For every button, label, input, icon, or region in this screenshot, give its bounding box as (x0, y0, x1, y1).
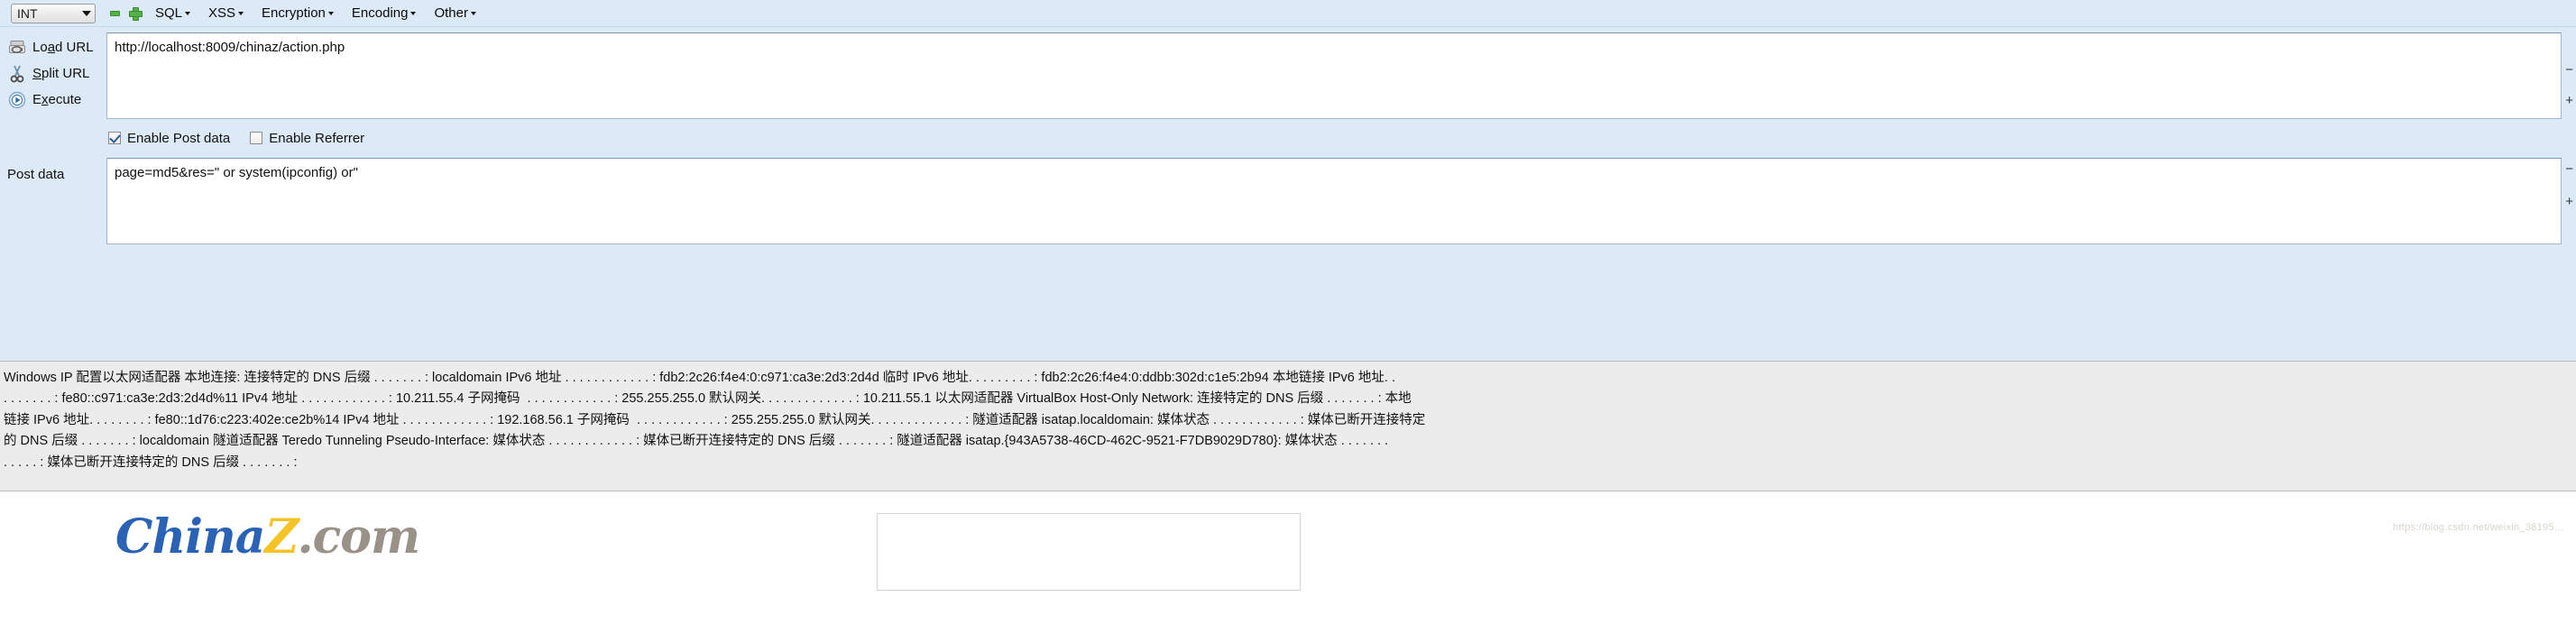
enable-post-data-checkbox[interactable]: Enable Post data (108, 131, 230, 146)
enable-post-data-label: Enable Post data (127, 130, 231, 146)
add-row-button[interactable] (124, 3, 144, 24)
edge-collapse-mark[interactable]: − (2565, 63, 2573, 77)
edge-expand-mark[interactable]: + (2565, 94, 2573, 107)
logo-part-3: .com (297, 509, 420, 564)
action-column: Load URL Split URL Execute (0, 27, 106, 113)
remove-row-button[interactable] (105, 3, 124, 24)
menu-xss-label: XSS (208, 5, 236, 21)
enable-referrer-checkbox[interactable]: Enable Referrer (250, 131, 364, 146)
output-line: . . . . . : 媒体已断开连接特定的 DNS 后缀 . . . . . … (4, 454, 298, 470)
checkbox-unchecked-icon (250, 132, 263, 144)
type-select[interactable]: INT (11, 3, 96, 23)
menu-encryption[interactable]: Encryption (254, 5, 341, 22)
menu-other[interactable]: Other (427, 5, 483, 22)
logo-part-2: Z (264, 509, 298, 564)
chinaz-logo: ChinaZ.com (115, 509, 420, 564)
split-url-button[interactable]: Split URL (0, 60, 106, 87)
chevron-down-icon (410, 12, 417, 16)
edge-expand-mark-2[interactable]: + (2565, 195, 2573, 208)
menu-encoding[interactable]: Encoding (345, 5, 424, 22)
menu-sql[interactable]: SQL (148, 5, 198, 22)
plus-icon (128, 7, 143, 21)
footer-content-box (877, 513, 1301, 591)
options-row: Enable Post data Enable Referrer (0, 125, 2576, 151)
chevron-down-icon (327, 12, 334, 16)
response-output[interactable]: Windows IP 配置以太网适配器 本地连接: 连接特定的 DNS 后缀 .… (0, 361, 2576, 491)
checkbox-checked-icon (108, 132, 121, 144)
execute-button[interactable]: Execute (0, 87, 106, 113)
page-footer: ChinaZ.com https://blog.csdn.net/weixin_… (0, 491, 2576, 591)
execute-label: Execute (32, 92, 82, 107)
play-icon (7, 90, 27, 110)
chevron-down-icon (470, 12, 476, 16)
output-line: Windows IP 配置以太网适配器 本地连接: 连接特定的 DNS 后缀 .… (4, 371, 1395, 385)
output-line: . . . . . . . : fe80::c971:ca3e:2d3:2d4d… (4, 391, 1412, 407)
menu-sql-label: SQL (155, 5, 183, 21)
scissors-icon (7, 64, 27, 84)
type-select-value: INT (17, 5, 38, 21)
output-line: 链接 IPv6 地址. . . . . . . . : fe80::1d76:c… (4, 412, 1426, 427)
edge-collapse-mark-2[interactable]: − (2565, 162, 2573, 176)
minus-icon (109, 10, 120, 16)
watermark-text: https://blog.csdn.net/weixin_38195... (2392, 522, 2563, 533)
load-url-button[interactable]: Load URL (0, 34, 106, 60)
chevron-down-icon (82, 10, 91, 16)
output-line: 的 DNS 后缀 . . . . . . . : localdomain 隧道适… (4, 434, 1389, 449)
menu-other-label: Other (434, 5, 468, 21)
enable-referrer-label: Enable Referrer (269, 130, 365, 146)
chevron-down-icon (238, 12, 244, 16)
split-url-label: Split URL (32, 66, 90, 81)
load-url-label: Load URL (32, 40, 94, 55)
top-toolbar: INT SQL XSS Encryption Encoding Other (0, 0, 2576, 27)
load-url-icon (7, 38, 27, 58)
logo-part-1: China (115, 509, 265, 564)
url-input[interactable] (106, 32, 2562, 119)
menu-encoding-label: Encoding (351, 5, 409, 21)
post-data-label: Post data (7, 167, 65, 182)
menu-encryption-label: Encryption (262, 5, 326, 21)
main-panel: − + − + Load URL Split URL Execute http:… (0, 27, 2576, 361)
menu-xss[interactable]: XSS (201, 5, 251, 22)
chevron-down-icon (185, 12, 191, 16)
post-data-input[interactable] (106, 158, 2562, 244)
